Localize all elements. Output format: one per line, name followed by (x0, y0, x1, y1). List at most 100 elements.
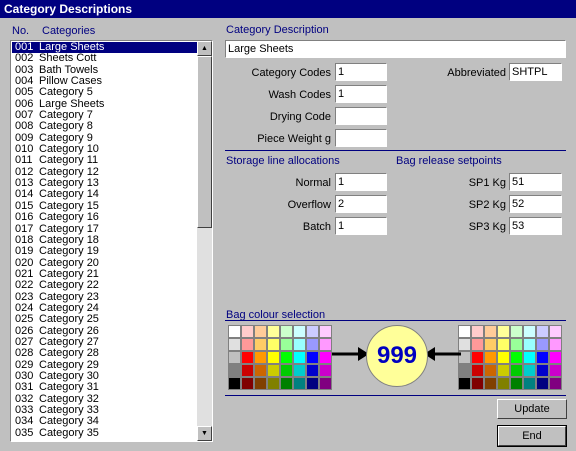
colour-swatch[interactable] (549, 338, 562, 351)
colour-swatch[interactable] (319, 364, 332, 377)
colour-swatch[interactable] (241, 377, 254, 390)
colour-swatch[interactable] (228, 377, 241, 390)
piece-weight-input[interactable] (335, 129, 387, 147)
colour-swatch[interactable] (471, 364, 484, 377)
colour-swatch[interactable] (536, 338, 549, 351)
list-item[interactable]: 002 Sheets Cott (12, 52, 198, 64)
colour-swatch[interactable] (497, 338, 510, 351)
colour-swatch[interactable] (280, 377, 293, 390)
colour-swatch[interactable] (306, 325, 319, 338)
abbreviated-input[interactable] (509, 63, 562, 81)
colour-swatch[interactable] (228, 325, 241, 338)
colour-swatch[interactable] (228, 351, 241, 364)
scroll-down-button[interactable]: ▼ (197, 426, 212, 441)
colour-swatch[interactable] (254, 364, 267, 377)
colour-swatch[interactable] (471, 377, 484, 390)
colour-swatch[interactable] (280, 364, 293, 377)
colour-swatch[interactable] (267, 338, 280, 351)
colour-swatch[interactable] (254, 338, 267, 351)
colour-swatch[interactable] (510, 364, 523, 377)
colour-swatch[interactable] (267, 377, 280, 390)
colour-swatch[interactable] (458, 325, 471, 338)
colour-swatch[interactable] (484, 351, 497, 364)
colour-swatch[interactable] (549, 364, 562, 377)
category-codes-input[interactable] (335, 63, 387, 81)
colour-swatch[interactable] (254, 325, 267, 338)
category-description-input[interactable] (225, 40, 566, 58)
colour-swatch[interactable] (254, 351, 267, 364)
list-item[interactable]: 034 Category 34 (12, 415, 198, 427)
colour-swatch[interactable] (484, 377, 497, 390)
list-item[interactable]: 028 Category 28 (12, 347, 198, 359)
colour-swatch[interactable] (484, 325, 497, 338)
colour-swatch[interactable] (471, 325, 484, 338)
colour-swatch[interactable] (510, 377, 523, 390)
colour-swatch[interactable] (484, 338, 497, 351)
list-scrollbar[interactable]: ▲ ▼ (197, 41, 212, 441)
colour-swatch[interactable] (497, 377, 510, 390)
list-item[interactable]: 035 Category 35 (12, 427, 198, 439)
colour-swatch[interactable] (267, 364, 280, 377)
scroll-up-button[interactable]: ▲ (197, 41, 212, 56)
colour-swatch[interactable] (293, 351, 306, 364)
sp2-input[interactable] (509, 195, 562, 213)
colour-swatch[interactable] (510, 325, 523, 338)
end-button[interactable]: End (497, 425, 567, 447)
colour-palette-left[interactable] (228, 325, 332, 390)
colour-swatch[interactable] (510, 351, 523, 364)
colour-swatch[interactable] (241, 325, 254, 338)
colour-swatch[interactable] (267, 351, 280, 364)
colour-swatch[interactable] (523, 351, 536, 364)
colour-swatch[interactable] (306, 377, 319, 390)
colour-swatch[interactable] (228, 338, 241, 351)
colour-swatch[interactable] (241, 338, 254, 351)
colour-swatch[interactable] (306, 338, 319, 351)
colour-swatch[interactable] (293, 364, 306, 377)
colour-swatch[interactable] (549, 325, 562, 338)
colour-swatch[interactable] (549, 351, 562, 364)
list-item[interactable]: 031 Category 31 (12, 381, 198, 393)
colour-swatch[interactable] (523, 338, 536, 351)
colour-swatch[interactable] (319, 325, 332, 338)
colour-swatch[interactable] (228, 364, 241, 377)
list-item[interactable]: 022 Category 22 (12, 279, 198, 291)
colour-swatch[interactable] (536, 325, 549, 338)
colour-swatch[interactable] (536, 377, 549, 390)
colour-swatch[interactable] (523, 364, 536, 377)
colour-swatch[interactable] (549, 377, 562, 390)
colour-swatch[interactable] (241, 364, 254, 377)
colour-swatch[interactable] (254, 377, 267, 390)
colour-swatch[interactable] (497, 351, 510, 364)
normal-input[interactable] (335, 173, 387, 191)
colour-swatch[interactable] (510, 338, 523, 351)
colour-swatch[interactable] (536, 351, 549, 364)
colour-swatch[interactable] (458, 377, 471, 390)
sp3-input[interactable] (509, 217, 562, 235)
drying-code-input[interactable] (335, 107, 387, 125)
colour-swatch[interactable] (280, 325, 293, 338)
colour-swatch[interactable] (523, 325, 536, 338)
colour-swatch[interactable] (471, 338, 484, 351)
colour-swatch[interactable] (267, 325, 280, 338)
list-item[interactable]: 016 Category 16 (12, 211, 198, 223)
colour-swatch[interactable] (306, 364, 319, 377)
sp1-input[interactable] (509, 173, 562, 191)
scroll-thumb[interactable] (197, 56, 212, 228)
colour-swatch[interactable] (293, 338, 306, 351)
category-list[interactable]: 001 Large Sheets 002 Sheets Cott 003 Bath Tow… (10, 40, 213, 442)
colour-swatch[interactable] (536, 364, 549, 377)
colour-swatch[interactable] (241, 351, 254, 364)
colour-swatch[interactable] (306, 351, 319, 364)
colour-swatch[interactable] (280, 338, 293, 351)
update-button[interactable]: Update (497, 399, 567, 419)
colour-swatch[interactable] (458, 364, 471, 377)
colour-swatch[interactable] (497, 364, 510, 377)
colour-swatch[interactable] (280, 351, 293, 364)
list-item[interactable]: 019 Category 19 (12, 245, 198, 257)
colour-swatch[interactable] (471, 351, 484, 364)
colour-swatch[interactable] (293, 377, 306, 390)
list-item[interactable]: 025 Category 25 (12, 313, 198, 325)
batch-input[interactable] (335, 217, 387, 235)
colour-swatch[interactable] (484, 364, 497, 377)
colour-palette-right[interactable] (458, 325, 562, 390)
